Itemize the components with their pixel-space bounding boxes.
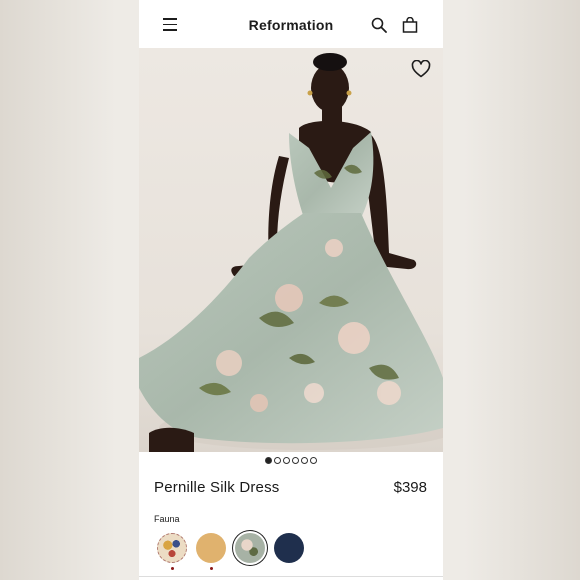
image-pagination — [139, 457, 443, 464]
product-title: Pernille Silk Dress — [154, 479, 280, 496]
pagination-dot[interactable] — [283, 457, 290, 464]
product-price: $398 — [393, 479, 427, 496]
pagination-dot[interactable] — [292, 457, 299, 464]
pagination-dot[interactable] — [301, 457, 308, 464]
pagination-dot[interactable] — [274, 457, 281, 464]
model-photo — [139, 48, 443, 452]
pagination-dot[interactable] — [310, 457, 317, 464]
bag-icon[interactable] — [402, 17, 418, 33]
mobile-screen: Reformation Pernille Silk Dress $398 Fau… — [139, 0, 443, 580]
divider — [139, 576, 443, 577]
pagination-dot[interactable] — [265, 457, 272, 464]
color-swatch-floral[interactable] — [157, 533, 187, 563]
product-image[interactable] — [139, 48, 443, 452]
color-swatch-tan[interactable] — [196, 533, 226, 563]
search-icon[interactable] — [371, 17, 387, 33]
low-stock-indicator — [210, 567, 213, 570]
color-swatch-navy[interactable] — [274, 533, 304, 563]
top-nav-bar: Reformation — [139, 0, 443, 48]
selected-color-label: Fauna — [154, 514, 180, 524]
color-swatch-fauna[interactable] — [235, 533, 265, 563]
brand-logo[interactable]: Reformation — [139, 17, 443, 33]
low-stock-indicator — [171, 567, 174, 570]
heart-icon[interactable] — [411, 60, 431, 78]
